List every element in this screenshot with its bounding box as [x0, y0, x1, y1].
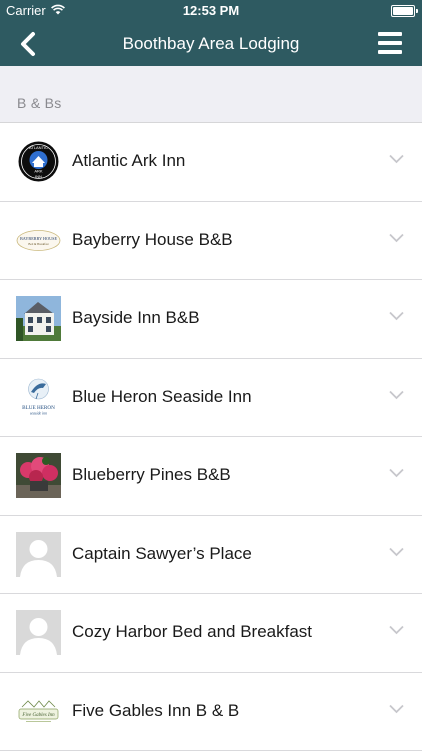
svg-text:INN: INN [35, 174, 42, 179]
bayside-inn-photo [16, 296, 61, 341]
chevron-down-icon [389, 704, 404, 714]
list-item-label: Bayside Inn B&B [72, 308, 200, 328]
top-bar: Carrier 12:53 PM Boothbay Area Lodging [0, 0, 422, 66]
chevron-down-icon [389, 154, 404, 164]
five-gables-logo: Five Gables Inn [16, 689, 61, 734]
placeholder-avatar-icon [16, 610, 61, 655]
list-item-label: Blue Heron Seaside Inn [72, 387, 252, 407]
status-bar: Carrier 12:53 PM [0, 0, 422, 22]
svg-text:ATLANTIC: ATLANTIC [29, 145, 48, 150]
bayberry-house-logo: BAYBERRY HOUSE Bed & Breakfast [16, 218, 61, 263]
list-item-blueberry-pines[interactable]: Blueberry Pines B&B [0, 437, 422, 516]
svg-text:ARK: ARK [34, 169, 43, 174]
svg-text:BLUE HERON: BLUE HERON [22, 405, 55, 411]
blue-heron-logo: BLUE HERON seaside inn [16, 375, 61, 420]
list-item-five-gables[interactable]: Five Gables Inn Five Gables Inn B & B [0, 673, 422, 751]
list-item-atlantic-ark-inn[interactable]: ATLANTIC ARK INN Atlantic Ark Inn [0, 123, 422, 202]
nav-title: Boothbay Area Lodging [0, 34, 422, 54]
svg-text:Bed & Breakfast: Bed & Breakfast [28, 242, 48, 246]
list-item-bayberry-house[interactable]: BAYBERRY HOUSE Bed & Breakfast Bayberry … [0, 202, 422, 281]
section-title: B & Bs [17, 95, 62, 111]
blueberry-pines-photo [16, 453, 61, 498]
list-item-bayside-inn[interactable]: Bayside Inn B&B [0, 280, 422, 359]
placeholder-avatar-icon [16, 532, 61, 577]
chevron-down-icon [389, 547, 404, 557]
list-item-label: Five Gables Inn B & B [72, 701, 239, 721]
nav-bar: Boothbay Area Lodging [0, 22, 422, 66]
battery-icon [391, 5, 415, 17]
chevron-down-icon [389, 390, 404, 400]
list-item-label: Atlantic Ark Inn [72, 151, 185, 171]
svg-text:seaside inn: seaside inn [30, 411, 47, 415]
atlantic-ark-logo: ATLANTIC ARK INN [16, 139, 61, 184]
chevron-down-icon [389, 233, 404, 243]
list-item-cozy-harbor[interactable]: Cozy Harbor Bed and Breakfast [0, 594, 422, 673]
list-item-label: Captain Sawyer’s Place [72, 544, 252, 564]
list-item-captain-sawyers[interactable]: Captain Sawyer’s Place [0, 516, 422, 595]
chevron-down-icon [389, 468, 404, 478]
list-item-label: Blueberry Pines B&B [72, 465, 231, 485]
svg-text:Five Gables Inn: Five Gables Inn [21, 713, 55, 718]
hamburger-menu-icon[interactable] [378, 32, 402, 54]
chevron-down-icon [389, 311, 404, 321]
chevron-down-icon [389, 625, 404, 635]
status-time: 12:53 PM [0, 3, 422, 18]
list-item-label: Cozy Harbor Bed and Breakfast [72, 622, 312, 642]
lodging-list: ATLANTIC ARK INN Atlantic Ark Inn BAYBER… [0, 123, 422, 751]
section-header: B & Bs [0, 66, 422, 123]
svg-text:BAYBERRY HOUSE: BAYBERRY HOUSE [20, 236, 57, 241]
list-item-label: Bayberry House B&B [72, 230, 233, 250]
list-item-blue-heron[interactable]: BLUE HERON seaside inn Blue Heron Seasid… [0, 359, 422, 438]
